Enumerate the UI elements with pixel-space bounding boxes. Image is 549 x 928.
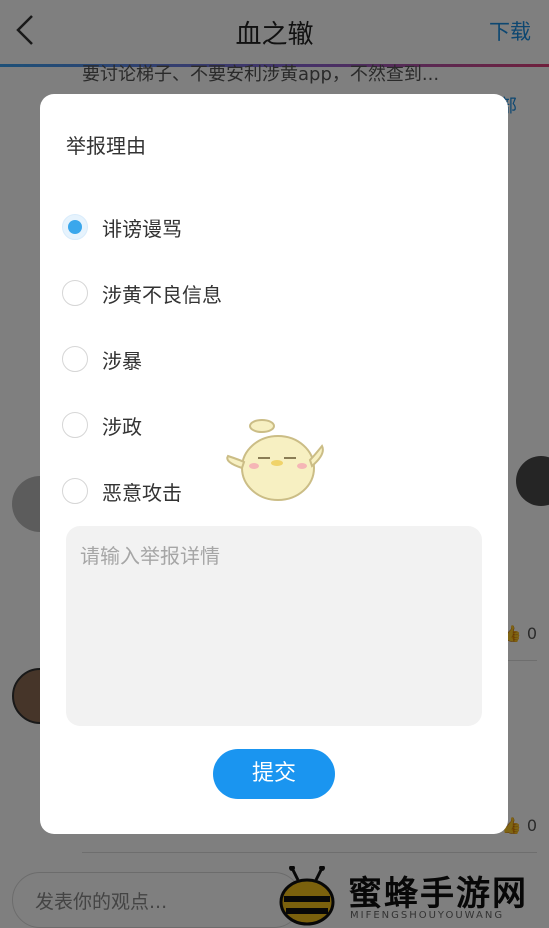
radio-unchecked-icon[interactable]: [62, 412, 88, 438]
reason-option-pornography[interactable]: 涉黄不良信息: [62, 260, 482, 326]
radio-unchecked-icon[interactable]: [62, 280, 88, 306]
reason-option-violence[interactable]: 涉暴: [62, 326, 482, 392]
reason-label: 涉黄不良信息: [102, 282, 222, 307]
dialog-title: 举报理由: [66, 134, 146, 158]
radio-unchecked-icon[interactable]: [62, 478, 88, 504]
chick-mascot-icon: [226, 419, 324, 501]
report-detail-input[interactable]: [66, 526, 482, 726]
radio-checked-icon[interactable]: [62, 214, 88, 240]
reason-label: 涉政: [102, 414, 142, 439]
radio-unchecked-icon[interactable]: [62, 346, 88, 372]
reason-option-defamation[interactable]: 诽谤谩骂: [62, 194, 482, 260]
submit-button[interactable]: 提交: [213, 749, 335, 799]
reason-label: 诽谤谩骂: [102, 216, 182, 241]
report-dialog: 举报理由 诽谤谩骂 涉黄不良信息 涉暴 涉政 恶意攻击 请输入举报详情 提交: [40, 94, 508, 834]
reason-label: 涉暴: [102, 348, 142, 373]
reason-label: 恶意攻击: [102, 480, 182, 505]
